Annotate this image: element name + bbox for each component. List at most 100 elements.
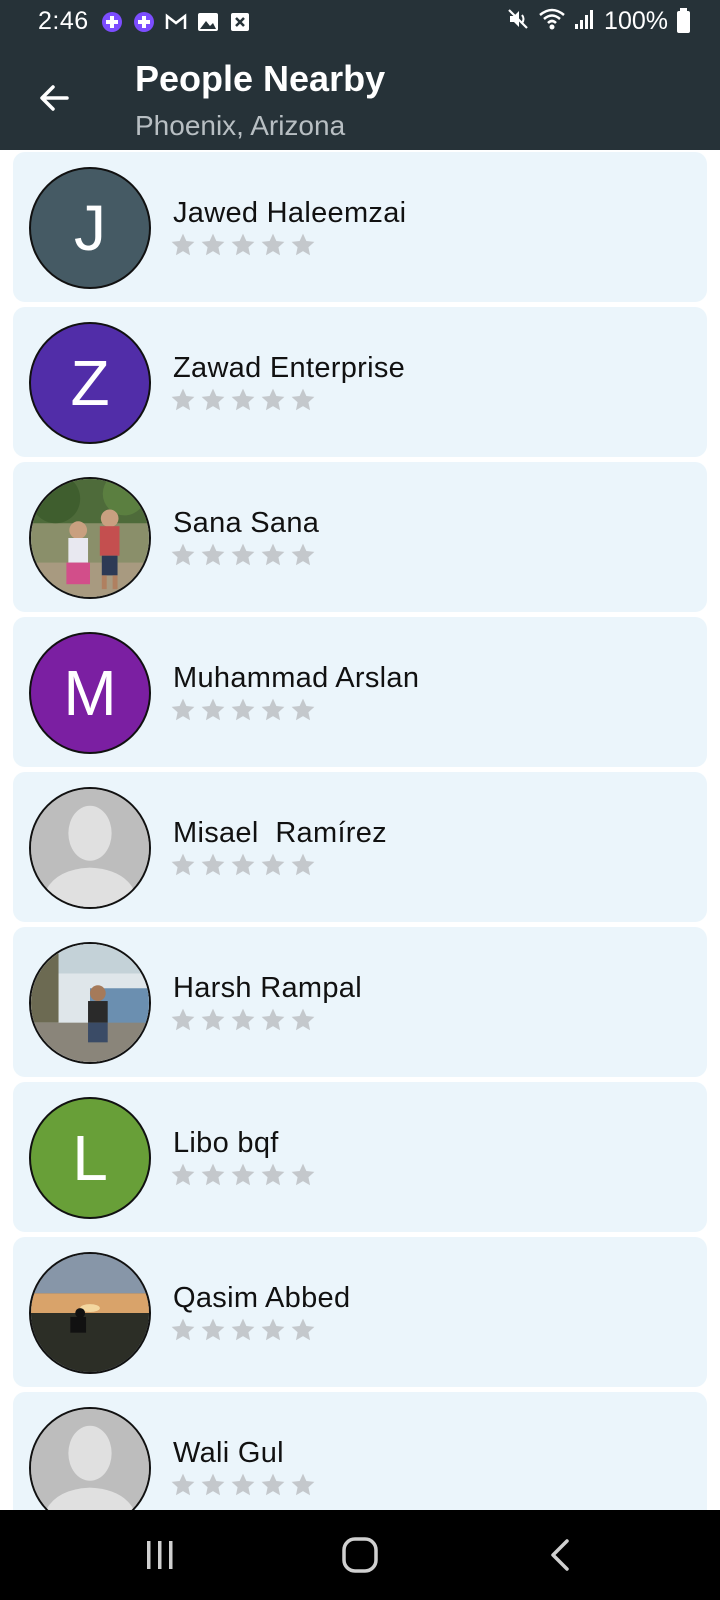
home-icon (342, 1537, 378, 1573)
system-nav-bar (0, 1510, 720, 1600)
star-icon (291, 543, 315, 566)
back-button[interactable] (26, 70, 82, 126)
star-icon (201, 1473, 225, 1496)
star-icon (231, 1318, 255, 1341)
person-card[interactable]: Qasim Abbed (13, 1237, 707, 1387)
star-icon (291, 1008, 315, 1031)
recents-button[interactable] (130, 1530, 190, 1580)
person-name: Libo bqf (173, 1127, 279, 1159)
star-icon (261, 388, 285, 411)
star-icon (201, 853, 225, 876)
status-bar: 2:46 100% (0, 0, 720, 46)
star-icon (261, 1163, 285, 1186)
avatar-initial: M (63, 657, 117, 729)
star-icon (291, 233, 315, 256)
rating-stars (170, 387, 316, 413)
person-card[interactable]: Harsh Rampal (13, 927, 707, 1077)
rating-stars (170, 1317, 316, 1343)
star-icon (171, 388, 195, 411)
avatar: L (29, 1097, 151, 1219)
star-icon (201, 1163, 225, 1186)
star-icon (171, 853, 195, 876)
avatar-initial: Z (70, 347, 110, 419)
person-card[interactable]: Z Zawad Enterprise (13, 307, 707, 457)
star-icon (231, 543, 255, 566)
star-icon (171, 543, 195, 566)
star-icon (231, 1008, 255, 1031)
avatar: Z (29, 322, 151, 444)
page-title: People Nearby (135, 58, 386, 99)
avatar-photo (29, 942, 151, 1064)
person-card[interactable]: M Muhammad Arslan (13, 617, 707, 767)
star-icon (291, 1163, 315, 1186)
avatar-placeholder (29, 787, 151, 909)
rating-stars (170, 697, 316, 723)
star-icon (231, 233, 255, 256)
nav-back-button[interactable] (530, 1530, 590, 1580)
rating-stars (170, 1162, 316, 1188)
person-name: Zawad Enterprise (173, 352, 406, 384)
gmail-icon (164, 10, 188, 34)
star-icon (231, 1473, 255, 1496)
person-card[interactable]: Wali Gul (13, 1392, 707, 1510)
wifi-icon (538, 7, 566, 36)
star-icon (261, 543, 285, 566)
star-icon (291, 388, 315, 411)
rating-stars (170, 852, 316, 878)
star-icon (231, 698, 255, 721)
star-icon (171, 233, 195, 256)
star-icon (261, 233, 285, 256)
star-icon (201, 698, 225, 721)
person-card[interactable]: Sana Sana (13, 462, 707, 612)
star-icon (171, 698, 195, 721)
person-card[interactable]: Misael Ramírez (13, 772, 707, 922)
avatar: J (29, 167, 151, 289)
star-icon (261, 853, 285, 876)
app-notification-icon (132, 10, 156, 34)
system-status-icons: 100% (506, 7, 668, 36)
person-name: Qasim Abbed (173, 1282, 351, 1314)
mute-icon (506, 7, 530, 36)
star-icon (291, 1318, 315, 1341)
star-icon (261, 1008, 285, 1031)
person-name: Muhammad Arslan (173, 662, 420, 694)
avatar-photo (29, 1252, 151, 1374)
star-icon (171, 1318, 195, 1341)
star-icon (261, 698, 285, 721)
notification-icons (100, 10, 252, 34)
home-button[interactable] (330, 1530, 390, 1580)
star-icon (291, 853, 315, 876)
star-icon (201, 233, 225, 256)
app-notification-icon (100, 10, 124, 34)
star-icon (291, 1473, 315, 1496)
rating-stars (170, 542, 316, 568)
battery-percent: 100% (604, 7, 668, 35)
recents-icon (147, 1541, 173, 1569)
person-name: Jawed Haleemzai (173, 197, 407, 229)
star-icon (201, 543, 225, 566)
people-list[interactable]: J Jawed Haleemzai Z Zawad Enterprise San… (0, 150, 720, 1510)
person-card[interactable]: L Libo bqf (13, 1082, 707, 1232)
avatar-placeholder (29, 1407, 151, 1510)
person-name: Wali Gul (173, 1437, 284, 1469)
star-icon (201, 1008, 225, 1031)
app-bar: People Nearby Phoenix, Arizona (0, 46, 720, 150)
star-icon (291, 698, 315, 721)
avatar-initial: J (74, 192, 106, 264)
star-icon (231, 853, 255, 876)
person-name: Harsh Rampal (173, 972, 362, 1004)
arrow-left-icon (40, 85, 69, 111)
star-icon (231, 1163, 255, 1186)
gallery-icon (196, 10, 220, 34)
rating-stars (170, 1007, 316, 1033)
avatar-photo (29, 477, 151, 599)
status-time: 2:46 (38, 7, 89, 35)
star-icon (201, 1318, 225, 1341)
location-subtitle: Phoenix, Arizona (135, 110, 346, 141)
star-icon (201, 388, 225, 411)
star-icon (231, 388, 255, 411)
rating-stars (170, 232, 316, 258)
rating-stars (170, 1472, 316, 1498)
star-icon (261, 1473, 285, 1496)
person-card[interactable]: J Jawed Haleemzai (13, 152, 707, 302)
